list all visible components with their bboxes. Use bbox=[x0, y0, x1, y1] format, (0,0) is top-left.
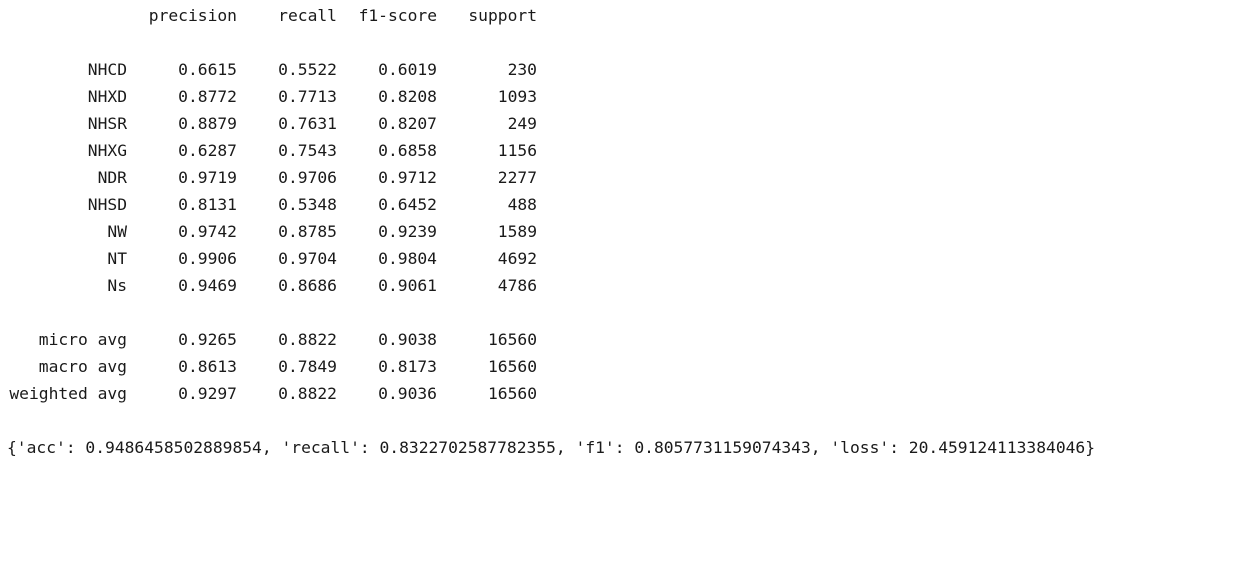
row-support: 1589 bbox=[497, 222, 537, 241]
row-label: micro avg bbox=[38, 330, 127, 349]
row-support: 4692 bbox=[497, 249, 537, 268]
row-f1: 0.6452 bbox=[378, 195, 437, 214]
row-label: weighted avg bbox=[9, 384, 127, 403]
row-precision: 0.8772 bbox=[178, 87, 237, 106]
row-f1: 0.9038 bbox=[378, 330, 437, 349]
report-header-row: precision recall f1-score support bbox=[7, 2, 537, 29]
row-label: NHXG bbox=[87, 141, 127, 160]
row-recall: 0.5522 bbox=[278, 60, 337, 79]
row-support: 249 bbox=[507, 114, 537, 133]
row-recall: 0.8822 bbox=[278, 330, 337, 349]
row-recall: 0.8785 bbox=[278, 222, 337, 241]
row-f1: 0.8207 bbox=[378, 114, 437, 133]
header-f1-score: f1-score bbox=[358, 6, 437, 25]
row-f1: 0.8208 bbox=[378, 87, 437, 106]
result-dict-output: {'acc': 0.9486458502889854, 'recall': 0.… bbox=[7, 438, 1096, 457]
row-support: 2277 bbox=[497, 168, 537, 187]
row-precision: 0.8613 bbox=[178, 357, 237, 376]
row-precision: 0.9265 bbox=[178, 330, 237, 349]
row-f1: 0.9239 bbox=[378, 222, 437, 241]
table-row: NHCD 0.6615 0.5522 0.6019 230 bbox=[7, 56, 537, 83]
row-recall: 0.9704 bbox=[278, 249, 337, 268]
row-recall: 0.8686 bbox=[278, 276, 337, 295]
row-label: Ns bbox=[107, 276, 127, 295]
header-recall: recall bbox=[278, 6, 337, 25]
row-f1: 0.8173 bbox=[378, 357, 437, 376]
row-precision: 0.6615 bbox=[178, 60, 237, 79]
row-support: 488 bbox=[507, 195, 537, 214]
row-label: NDR bbox=[97, 168, 127, 187]
row-support: 4786 bbox=[497, 276, 537, 295]
row-precision: 0.8879 bbox=[178, 114, 237, 133]
row-support: 1156 bbox=[497, 141, 537, 160]
row-label: NHSR bbox=[87, 114, 127, 133]
row-label: macro avg bbox=[38, 357, 127, 376]
table-row: NHSR 0.8879 0.7631 0.8207 249 bbox=[7, 110, 537, 137]
row-support: 1093 bbox=[497, 87, 537, 106]
avg-row: macro avg 0.8613 0.7849 0.8173 16560 bbox=[7, 353, 537, 380]
row-label: NHCD bbox=[87, 60, 127, 79]
row-f1: 0.9061 bbox=[378, 276, 437, 295]
table-row: NHXD 0.8772 0.7713 0.8208 1093 bbox=[7, 83, 537, 110]
row-recall: 0.7849 bbox=[278, 357, 337, 376]
table-row: NHSD 0.8131 0.5348 0.6452 488 bbox=[7, 191, 537, 218]
table-row: NT 0.9906 0.9704 0.9804 4692 bbox=[7, 245, 537, 272]
row-f1: 0.6019 bbox=[378, 60, 437, 79]
row-label: NHXD bbox=[87, 87, 127, 106]
console-output: precision recall f1-score support NHCD 0… bbox=[0, 0, 1237, 461]
row-recall: 0.5348 bbox=[278, 195, 337, 214]
row-support: 16560 bbox=[487, 357, 537, 376]
table-row: NHXG 0.6287 0.7543 0.6858 1156 bbox=[7, 137, 537, 164]
row-precision: 0.9906 bbox=[178, 249, 237, 268]
avg-row: weighted avg 0.9297 0.8822 0.9036 16560 bbox=[7, 380, 537, 407]
row-recall: 0.7713 bbox=[278, 87, 337, 106]
row-support: 16560 bbox=[487, 330, 537, 349]
row-precision: 0.6287 bbox=[178, 141, 237, 160]
row-label: NW bbox=[107, 222, 127, 241]
row-f1: 0.9712 bbox=[378, 168, 437, 187]
row-support: 230 bbox=[507, 60, 537, 79]
header-precision: precision bbox=[148, 6, 237, 25]
row-recall: 0.7631 bbox=[278, 114, 337, 133]
row-precision: 0.9742 bbox=[178, 222, 237, 241]
header-support: support bbox=[468, 6, 537, 25]
row-recall: 0.8822 bbox=[278, 384, 337, 403]
row-precision: 0.9719 bbox=[178, 168, 237, 187]
row-f1: 0.9036 bbox=[378, 384, 437, 403]
row-precision: 0.9297 bbox=[178, 384, 237, 403]
row-f1: 0.6858 bbox=[378, 141, 437, 160]
row-recall: 0.7543 bbox=[278, 141, 337, 160]
row-precision: 0.8131 bbox=[178, 195, 237, 214]
row-recall: 0.9706 bbox=[278, 168, 337, 187]
table-row: NDR 0.9719 0.9706 0.9712 2277 bbox=[7, 164, 537, 191]
table-row: NW 0.9742 0.8785 0.9239 1589 bbox=[7, 218, 537, 245]
avg-row: micro avg 0.9265 0.8822 0.9038 16560 bbox=[7, 326, 537, 353]
table-row: Ns 0.9469 0.8686 0.9061 4786 bbox=[7, 272, 537, 299]
row-label: NT bbox=[107, 249, 127, 268]
row-f1: 0.9804 bbox=[378, 249, 437, 268]
row-label: NHSD bbox=[87, 195, 127, 214]
row-support: 16560 bbox=[487, 384, 537, 403]
row-precision: 0.9469 bbox=[178, 276, 237, 295]
